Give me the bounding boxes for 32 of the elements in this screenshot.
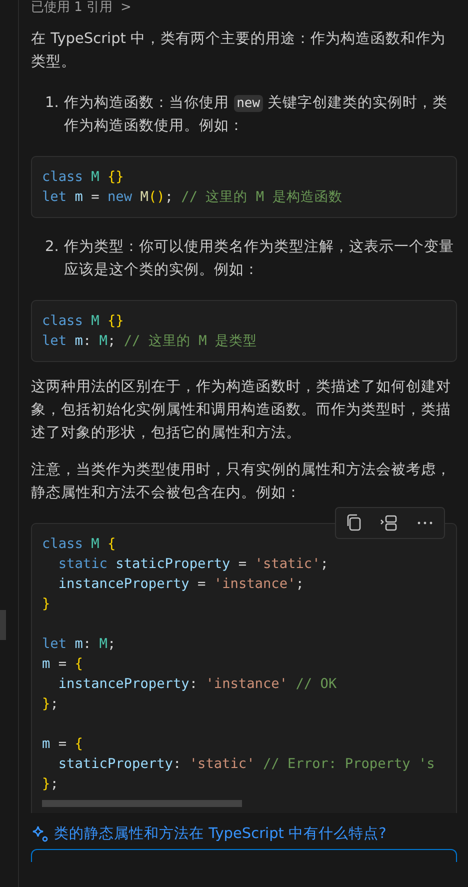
code-line: let m: M; (42, 635, 116, 654)
code-line: staticProperty: 'static' // Error: Property 's (57, 755, 435, 774)
list-number: 2. (45, 238, 60, 257)
code-line: instanceProperty: 'instance' // OK (57, 675, 337, 694)
code-line: }; (42, 775, 58, 794)
list-number: 1. (45, 94, 60, 113)
code-line: m = { (42, 655, 83, 674)
sparkle-icon (31, 825, 49, 843)
list-item-text: 作为类型：你可以使用类名作为类型注解，这表示一个变量应该是这个类的实例。例如： (64, 238, 455, 280)
references-link[interactable]: 已使用 1 引用 (31, 0, 113, 16)
list-item-text: 作为构造函数：当你使用 new 关键字创建类的实例时，类作为构造函数使用。例如： (64, 94, 449, 136)
paragraph: 注意，当类作为类型使用时，只有实例的属性和方法会被考虑，静态属性和方法不会被包含在内。例如： (31, 460, 452, 503)
chat-input-field[interactable] (31, 849, 457, 862)
code-line: } (42, 595, 50, 614)
code-line: let m = new M(); // 这里的 M 是构造函数 (42, 188, 342, 207)
horizontal-scrollbar[interactable] (42, 800, 242, 807)
copy-icon[interactable] (346, 514, 362, 532)
chevron-icon: > (120, 0, 132, 14)
gutter-marker (0, 610, 6, 640)
paragraph: 在 TypeScript 中，类有两个主要的用途：作为构造函数和作为类型。 (31, 30, 447, 72)
insert-icon[interactable] (380, 514, 398, 532)
paragraph: 这两种用法的区别在于，作为构造函数时，类描述了如何创建对象，包括初始化实例属性和调用构造函数。而作为类型时，类描述了对象的形状，包括它的属性和方法。 (31, 378, 452, 443)
code-line: class M {} (42, 168, 124, 187)
code-line: let m: M; // 这里的 M 是类型 (42, 332, 257, 351)
code-line: m = { (42, 735, 83, 754)
code-line: static staticProperty = 'static'; (57, 555, 328, 574)
code-line: instanceProperty = 'instance'; (57, 575, 304, 594)
more-icon[interactable] (416, 520, 434, 526)
code-line: class M {} (42, 312, 124, 331)
followup-suggestion[interactable]: 类的静态属性和方法在 TypeScript 中有什么特点? (31, 823, 386, 845)
code-line: class M { (42, 535, 116, 554)
code-line: }; (42, 695, 58, 714)
